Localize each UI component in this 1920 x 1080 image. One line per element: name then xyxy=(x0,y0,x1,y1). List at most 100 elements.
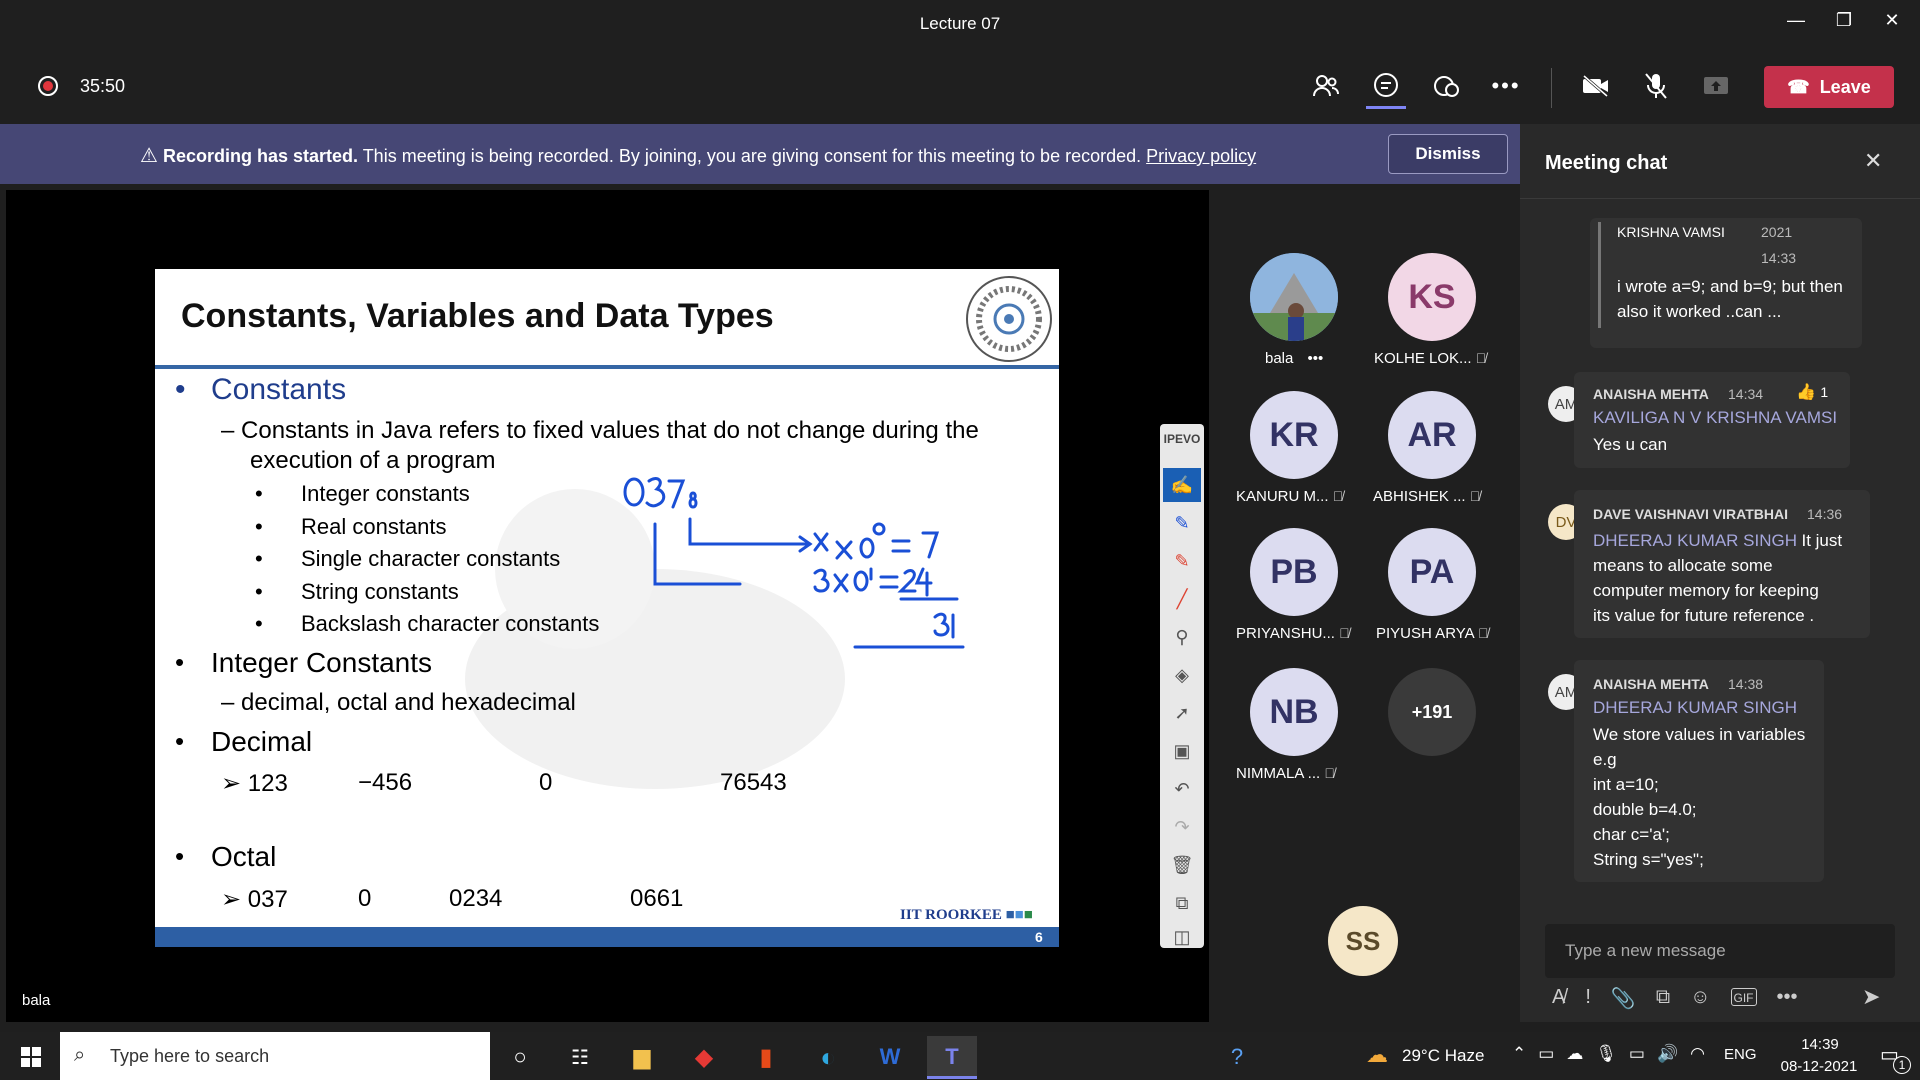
heading-octal: Octal xyxy=(211,841,277,872)
participant-avatar[interactable]: KR xyxy=(1250,391,1338,479)
close-window-icon[interactable]: ✕ xyxy=(1874,10,1910,36)
notification-count: 1 xyxy=(1893,1056,1911,1074)
constant-type: String constants xyxy=(301,579,459,604)
trash-icon[interactable]: 🗑 xyxy=(1163,848,1201,882)
attach-icon[interactable]: 📎 xyxy=(1611,986,1636,1011)
iit-roorkee-logo xyxy=(966,276,1052,362)
octal-value: 0661 xyxy=(630,885,684,912)
chat-icon[interactable] xyxy=(1366,66,1406,106)
important-icon[interactable]: ! xyxy=(1585,986,1591,1011)
send-icon[interactable]: ➤ xyxy=(1862,984,1880,1010)
taskbar-search[interactable]: ⌕ Type here to search xyxy=(60,1032,490,1080)
chat-sender: DAVE VAISHNAVI VIRATBHAI xyxy=(1593,506,1788,522)
privacy-policy-link[interactable]: Privacy policy xyxy=(1146,146,1256,166)
mic-off-icon: 🎙̸ xyxy=(1475,350,1487,366)
file-explorer-icon[interactable]: ▆ xyxy=(617,1036,667,1078)
more-participants[interactable]: +191 xyxy=(1388,668,1476,756)
restore-icon[interactable]: ❐ xyxy=(1826,10,1862,36)
share-screen-icon[interactable] xyxy=(1696,66,1736,106)
close-chat-icon[interactable]: ✕ xyxy=(1864,148,1882,174)
chat-mention[interactable]: DHEERAJ KUMAR SINGH xyxy=(1593,531,1797,550)
leave-button[interactable]: ☎ Leave xyxy=(1764,66,1894,108)
widgets-icon[interactable]: ☷ xyxy=(555,1036,605,1078)
more-compose-icon[interactable]: ••• xyxy=(1777,986,1798,1011)
edge-icon[interactable]: ◐ xyxy=(803,1036,853,1078)
loop-icon[interactable]: ⧉ xyxy=(1656,986,1670,1011)
meeting-toolbar xyxy=(0,48,1920,124)
footer-bar xyxy=(155,927,1059,947)
constants-desc-1: – Constants in Java refers to fixed valu… xyxy=(221,417,979,444)
redo-icon[interactable]: ↷ xyxy=(1163,810,1201,844)
chat-mention[interactable]: DHEERAJ KUMAR SINGH xyxy=(1593,698,1797,718)
board-icon[interactable]: ◫ xyxy=(1163,920,1201,954)
task-view-icon[interactable]: ○ xyxy=(495,1036,545,1078)
toolbox-icon[interactable]: ▣ xyxy=(1163,734,1201,768)
smart-pen-icon[interactable]: ✍ xyxy=(1163,468,1201,502)
self-avatar[interactable]: SS xyxy=(1328,906,1398,976)
participant-photo[interactable] xyxy=(1250,253,1338,341)
people-icon[interactable] xyxy=(1306,66,1346,106)
participant-avatar[interactable]: KS xyxy=(1388,253,1476,341)
undo-icon[interactable]: ↶ xyxy=(1163,772,1201,806)
pointer-icon[interactable]: ➚ xyxy=(1163,696,1201,730)
participant-avatar[interactable]: PA xyxy=(1388,528,1476,616)
reactions-icon[interactable] xyxy=(1426,66,1466,106)
decimal-value: −456 xyxy=(358,769,413,796)
mic-off-icon: 🎙̸ xyxy=(1324,765,1335,781)
recording-indicator-icon xyxy=(38,76,58,96)
mic-off-icon[interactable] xyxy=(1636,66,1676,106)
camera-off-icon[interactable] xyxy=(1576,66,1616,106)
chevron-up-icon[interactable]: ⌃ xyxy=(1512,1044,1526,1064)
windows-start-icon[interactable] xyxy=(6,1036,56,1078)
recording-banner: ⚠ Recording has started. This meeting is… xyxy=(0,124,1520,184)
participant-avatar[interactable]: PB xyxy=(1250,528,1338,616)
clock-date[interactable]: 08-12-2021 xyxy=(1766,1058,1872,1075)
blue-pen-icon[interactable]: ✎ xyxy=(1163,506,1201,540)
app-icon[interactable]: ◆ xyxy=(679,1036,729,1078)
dismiss-button[interactable]: Dismiss xyxy=(1388,134,1508,174)
red-pen-icon[interactable]: ✎ xyxy=(1163,544,1201,578)
integer-desc: – decimal, octal and hexadecimal xyxy=(221,689,576,716)
more-icon[interactable]: ••• xyxy=(1308,350,1324,367)
minimize-icon[interactable]: — xyxy=(1778,10,1814,36)
footer-brand: IIT ROORKEE ■■■ xyxy=(900,907,1033,923)
more-options-icon[interactable]: ••• xyxy=(1486,66,1526,106)
language-indicator[interactable]: ENG xyxy=(1724,1046,1757,1063)
compose-tools: A̸ ! 📎 ⧉ ☺ GIF ••• xyxy=(1552,986,1798,1011)
chat-message-input[interactable]: Type a new message xyxy=(1545,924,1895,978)
participant-avatar[interactable]: AR xyxy=(1388,391,1476,479)
emoji-icon[interactable]: ☺ xyxy=(1690,986,1710,1011)
chat-body: We store values in variables xyxy=(1593,725,1806,744)
battery-icon[interactable]: ▭ xyxy=(1629,1044,1645,1064)
heading-decimal: Decimal xyxy=(211,726,313,757)
weather-text[interactable]: 29°C Haze xyxy=(1402,1046,1484,1066)
format-icon[interactable]: A̸ xyxy=(1552,986,1565,1011)
onedrive-icon[interactable]: ☁ xyxy=(1566,1044,1583,1064)
eraser-icon[interactable]: ◈ xyxy=(1163,658,1201,692)
constant-type: Integer constants xyxy=(301,481,470,506)
title-bar: Lecture 07 — ❐ ✕ xyxy=(0,0,1920,48)
office-icon[interactable]: ▮ xyxy=(741,1036,791,1078)
participant-avatar[interactable]: NB xyxy=(1250,668,1338,756)
stamp-icon[interactable]: ⚲ xyxy=(1163,620,1201,654)
webex-icon[interactable]: W xyxy=(865,1036,915,1078)
heading-integer-constants: Integer Constants xyxy=(211,647,433,678)
help-icon[interactable]: ? xyxy=(1212,1036,1262,1078)
teams-icon[interactable]: T xyxy=(927,1036,977,1078)
clock-time[interactable]: 14:39 xyxy=(1790,1036,1850,1053)
gif-icon[interactable]: GIF xyxy=(1730,988,1757,1006)
thumbs-up-icon[interactable]: 👍 1 xyxy=(1796,382,1828,402)
search-icon: ⌕ xyxy=(74,1044,86,1066)
chat-body: its value for future reference . xyxy=(1593,606,1815,625)
volume-icon[interactable]: 🔊 xyxy=(1657,1044,1678,1064)
chat-mention[interactable]: KAVILIGA N V KRISHNA VAMSI xyxy=(1593,408,1837,428)
toolbar-divider xyxy=(1551,68,1552,108)
chat-time: 14:36 xyxy=(1807,506,1843,522)
banner-text: This meeting is being recorded. By joini… xyxy=(362,146,1142,166)
meet-now-icon[interactable]: ▭ xyxy=(1538,1044,1554,1064)
participant-name: KOLHE LOK... 🎙̸ xyxy=(1374,350,1487,367)
mic-icon[interactable]: 🎙 xyxy=(1595,1044,1617,1064)
wifi-icon[interactable]: ◠ xyxy=(1690,1044,1705,1064)
screenshot-icon[interactable]: ⧉ xyxy=(1163,886,1201,920)
highlighter-icon[interactable]: ╱ xyxy=(1163,582,1201,616)
